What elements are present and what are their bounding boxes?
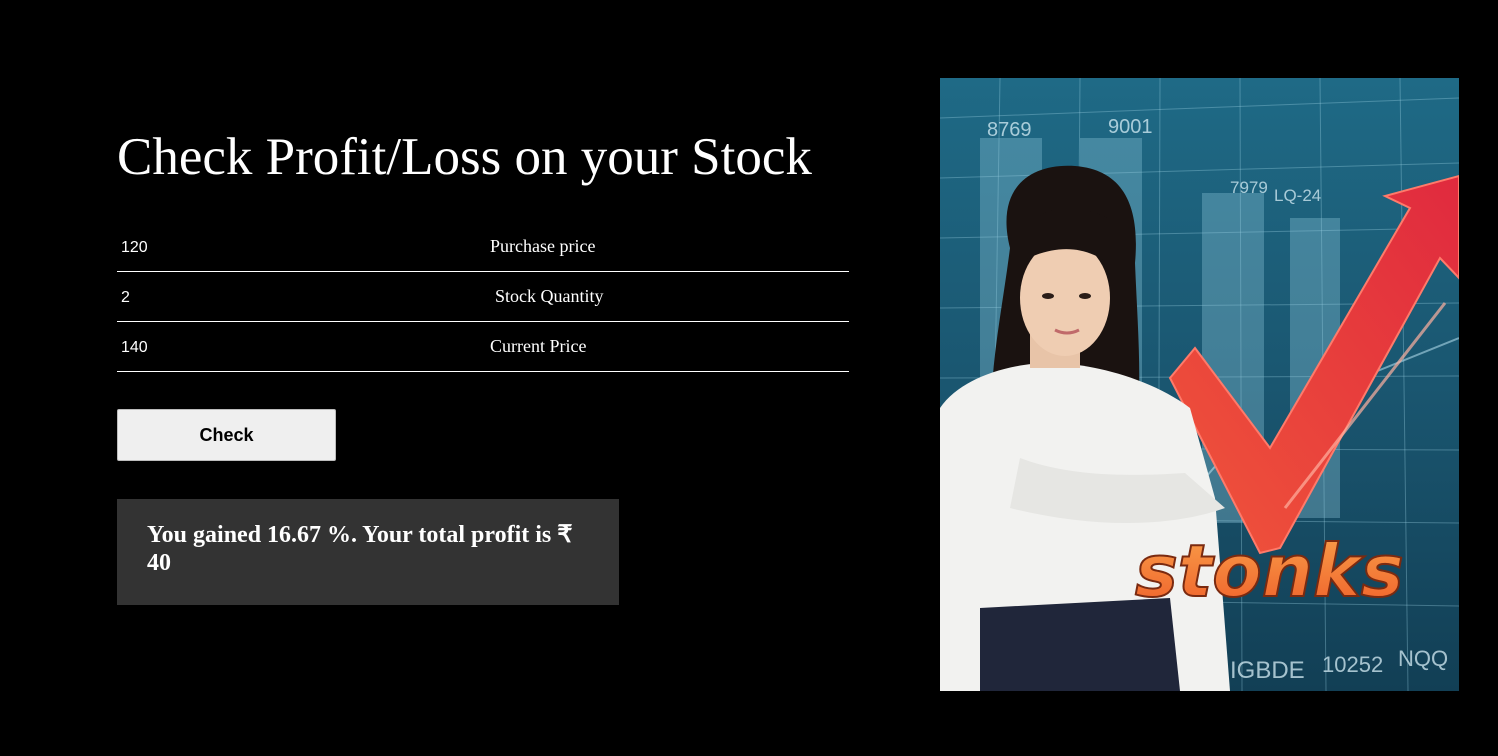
chart-label: IGBDE	[1230, 657, 1305, 684]
current-price-field: Current Price	[117, 324, 849, 372]
current-price-input[interactable]	[117, 324, 849, 371]
chart-label: 9001	[1108, 116, 1153, 138]
stock-quantity-input[interactable]	[117, 274, 849, 321]
chart-label: 10252	[1322, 652, 1383, 677]
page-title: Check Profit/Loss on your Stock	[117, 128, 812, 186]
chart-label: 8769	[987, 119, 1032, 141]
stonks-illustration: 8769 9001 7979 LQ-24 IGBDE 10252 NQQ sto…	[940, 78, 1459, 691]
chart-label: LQ-24	[1274, 186, 1321, 205]
chart-label: 7979	[1230, 178, 1268, 197]
result-output: You gained 16.67 %. Your total profit is…	[117, 499, 619, 605]
page: Check Profit/Loss on your Stock Purchase…	[0, 0, 1498, 756]
chart-label: NQQ	[1398, 646, 1448, 671]
stonks-caption: stonks	[1135, 529, 1404, 613]
purchase-price-field: Purchase price	[117, 224, 849, 272]
purchase-price-input[interactable]	[117, 224, 849, 271]
check-button[interactable]: Check	[117, 409, 336, 461]
stock-quantity-field: Stock Quantity	[117, 274, 849, 322]
